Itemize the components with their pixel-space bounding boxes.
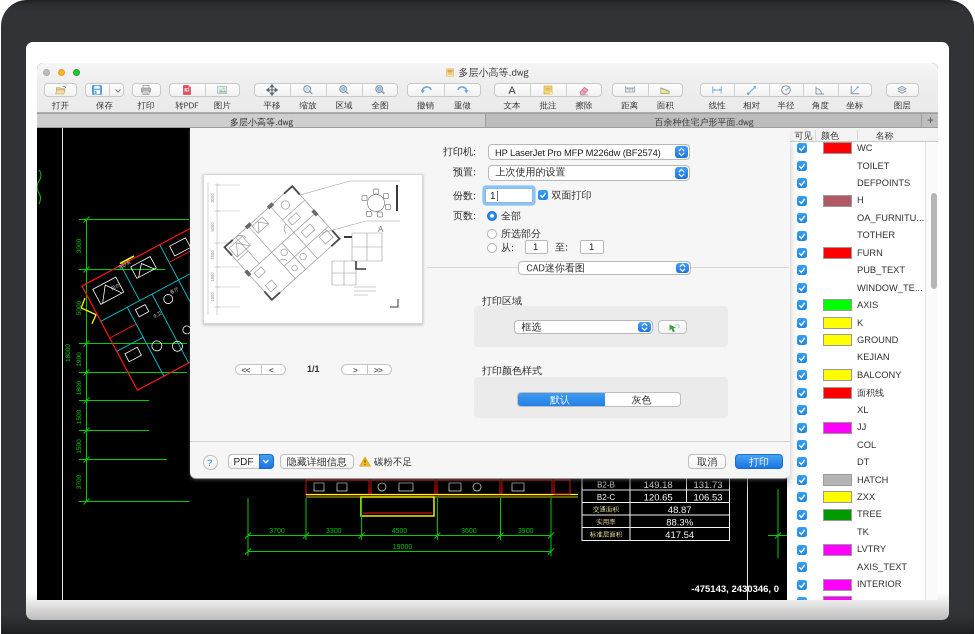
svg-text:1500: 1500 xyxy=(76,409,83,424)
svg-text:106.53: 106.53 xyxy=(693,493,722,504)
svg-text:1800: 1800 xyxy=(210,272,215,282)
svg-text:A: A xyxy=(508,85,516,96)
svg-text:1500: 1500 xyxy=(76,439,83,454)
svg-text:48.87: 48.87 xyxy=(668,505,692,516)
svg-text:3000: 3000 xyxy=(76,238,83,253)
svg-text:417.54: 417.54 xyxy=(665,530,694,541)
svg-text:-475143, 2430346, 0: -475143, 2430346, 0 xyxy=(691,584,779,595)
svg-text:1500: 1500 xyxy=(210,250,215,260)
svg-text:3600: 3600 xyxy=(461,528,477,535)
svg-text:3700: 3700 xyxy=(76,474,83,489)
svg-text:149.18: 149.18 xyxy=(644,480,673,491)
svg-text:3300: 3300 xyxy=(326,528,342,535)
svg-text:A: A xyxy=(378,225,384,234)
svg-text:120.65: 120.65 xyxy=(644,493,673,504)
svg-text:B2-B: B2-B xyxy=(597,481,615,490)
svg-text:19000: 19000 xyxy=(393,544,413,551)
svg-text:3700: 3700 xyxy=(269,528,285,535)
svg-text:3900: 3900 xyxy=(518,528,534,535)
svg-text:131.73: 131.73 xyxy=(693,480,722,491)
svg-text:3000: 3000 xyxy=(210,193,215,203)
svg-text:1900: 1900 xyxy=(76,352,83,367)
svg-text:1800: 1800 xyxy=(76,380,83,395)
svg-text:88.3%: 88.3% xyxy=(666,517,693,528)
svg-text:18000: 18000 xyxy=(65,344,72,362)
svg-text:5000: 5000 xyxy=(210,222,215,232)
svg-text:1500: 1500 xyxy=(210,292,215,302)
svg-text:B2-C: B2-C xyxy=(597,493,615,502)
svg-text:4500: 4500 xyxy=(392,528,408,535)
